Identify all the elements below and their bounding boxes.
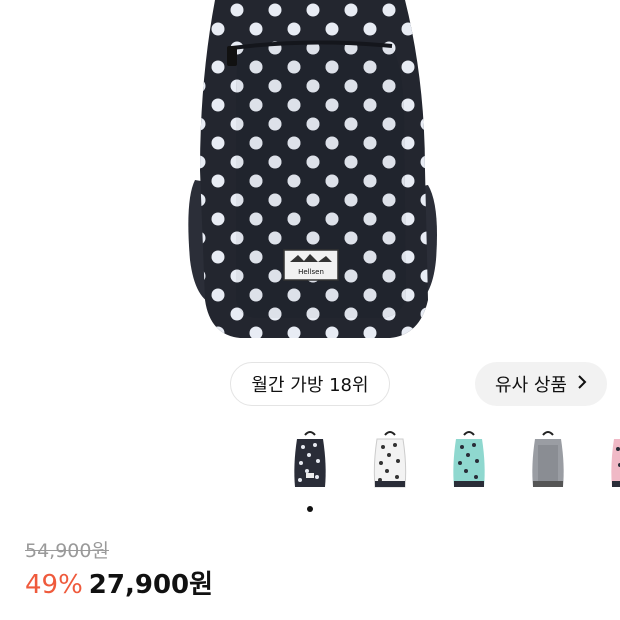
sale-price: 27,900원 (88, 570, 214, 600)
variant-thumb-white[interactable] (365, 425, 415, 495)
variant-thumb-pink[interactable] (602, 425, 620, 495)
carousel-indicator (307, 506, 313, 512)
variant-thumb-navy[interactable] (285, 425, 335, 495)
svg-text:Hellsen: Hellsen (298, 268, 324, 276)
similar-products-label: 유사 상품 (495, 375, 567, 396)
price-row: 49% 27,900원 (25, 564, 213, 601)
rank-badge-label: 월간 가방 18위 (251, 375, 369, 396)
similar-products-button[interactable]: 유사 상품 (475, 362, 607, 406)
variant-thumbnails (0, 425, 620, 505)
rank-badge[interactable]: 월간 가방 18위 (230, 362, 390, 406)
discount-rate: 49% (25, 570, 83, 600)
original-price: 54,900원 (25, 540, 109, 562)
backpack-image: Hellsen (188, 0, 437, 338)
chevron-right-icon (577, 374, 587, 395)
variant-thumb-gray[interactable] (523, 425, 573, 495)
product-image[interactable]: Hellsen (0, 0, 620, 360)
variant-thumb-mint[interactable] (444, 425, 494, 495)
